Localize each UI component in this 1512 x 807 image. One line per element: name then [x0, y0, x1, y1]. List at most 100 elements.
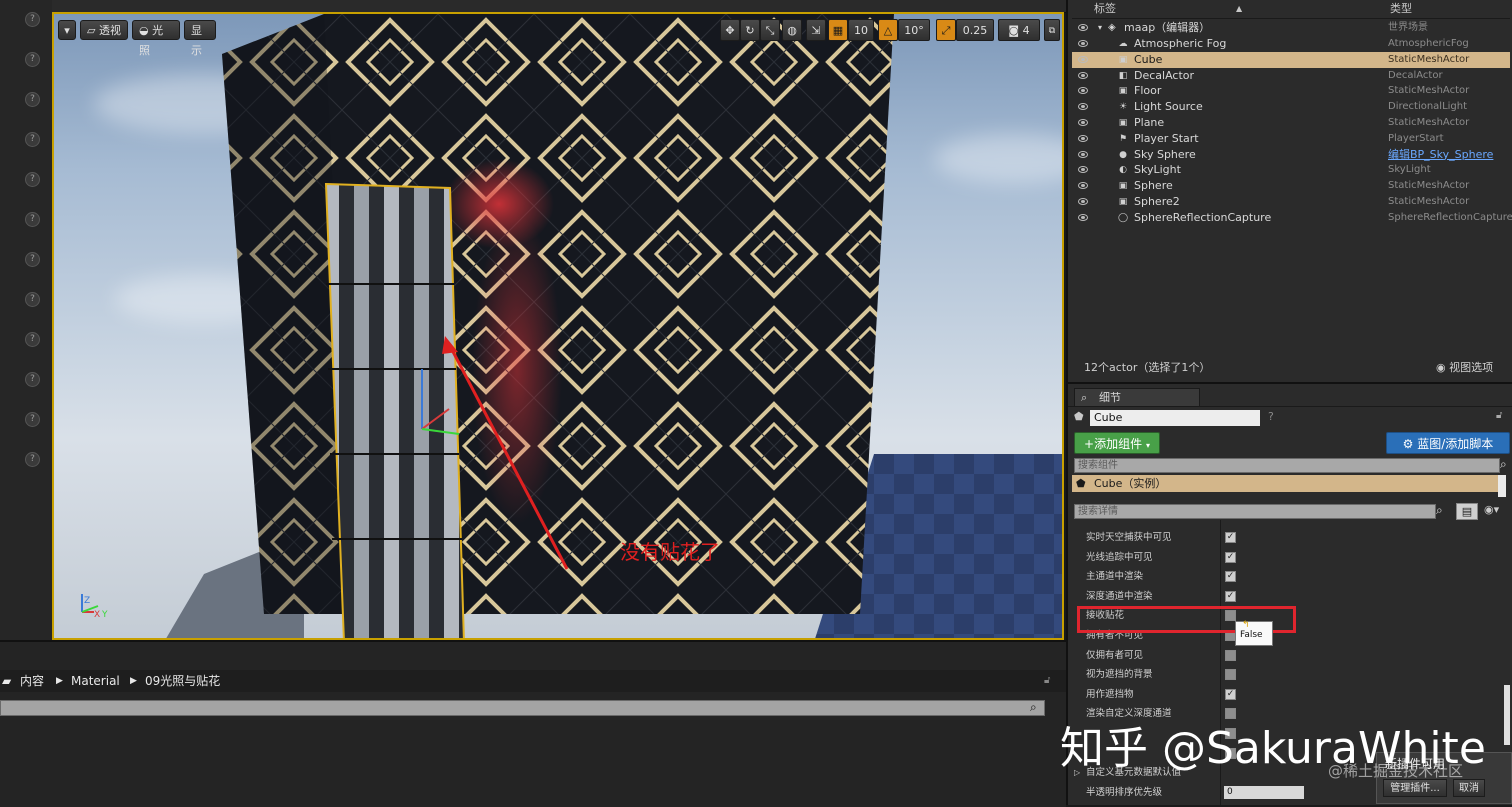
actor-type[interactable]: 编辑BP_Sky_Sphere — [1388, 147, 1493, 163]
outliner-row[interactable]: ▣ Cube StaticMeshActor — [1072, 51, 1510, 68]
visibility-eye-icon[interactable] — [1078, 55, 1088, 63]
translate-tool-icon[interactable]: ✥ — [720, 19, 740, 41]
help-icon[interactable]: ? — [25, 92, 40, 107]
column-label-header[interactable]: 标签 — [1094, 0, 1116, 18]
actor-type: StaticMeshActor — [1388, 180, 1470, 192]
lock-icon[interactable]: 🔓︎ — [1044, 670, 1050, 692]
view-options-eye-icon[interactable]: ◉▾ — [1484, 503, 1499, 516]
outliner-row[interactable]: ☁ Atmospheric Fog AtmosphericFog — [1072, 36, 1510, 52]
visibility-eye-icon[interactable] — [1078, 134, 1088, 142]
property-checkbox[interactable]: ✓ — [1225, 688, 1236, 700]
visibility-eye-icon[interactable] — [1078, 24, 1088, 31]
property-number-field[interactable]: 0 — [1224, 785, 1304, 799]
help-icon[interactable]: ? — [25, 292, 40, 307]
component-search-input[interactable]: 搜索组件 — [1074, 458, 1500, 473]
content-search-input[interactable] — [0, 700, 1045, 716]
cancel-button[interactable]: 取消 — [1453, 779, 1485, 797]
outliner-row[interactable]: ◧ DecalActor DecalActor — [1072, 68, 1510, 84]
component-list-scrollbar[interactable] — [1498, 475, 1506, 497]
grid-snap-value[interactable]: 10 — [848, 19, 874, 41]
rotate-snap-icon[interactable]: △ — [878, 19, 898, 41]
property-checkbox[interactable]: ✓ — [1225, 571, 1236, 583]
visibility-eye-icon[interactable] — [1078, 150, 1088, 158]
rotate-tool-icon[interactable]: ↻ — [740, 19, 760, 41]
details-search-input[interactable]: 搜索详情 — [1074, 504, 1436, 519]
chevron-down-icon: ▾ — [1145, 441, 1150, 450]
visibility-eye-icon[interactable] — [1078, 87, 1088, 95]
help-icon[interactable]: ? — [25, 412, 40, 427]
mesh-icon: ▣ — [1118, 197, 1128, 207]
property-checkbox[interactable]: ✓ — [1225, 551, 1236, 563]
outliner-row[interactable]: ☀ Light Source DirectionalLight — [1072, 99, 1510, 115]
viewport-options-dropdown[interactable]: ▾ — [58, 20, 76, 40]
outliner-row[interactable]: ▣ Sphere StaticMeshActor — [1072, 178, 1510, 194]
property-checkbox[interactable] — [1225, 669, 1236, 681]
tab-details[interactable]: ⌕ 细节 — [1074, 388, 1200, 407]
visibility-eye-icon[interactable] — [1078, 40, 1088, 47]
breadcrumb-item[interactable]: Material — [71, 670, 120, 692]
blueprint-add-script-button[interactable]: ⚙ 蓝图/添加脚本 — [1386, 432, 1510, 454]
outliner-row[interactable]: ● Sky Sphere 编辑BP_Sky_Sphere — [1072, 147, 1510, 163]
surface-snap-icon[interactable]: ⇲ — [806, 19, 826, 41]
value-tooltip: ↰ False — [1235, 620, 1273, 646]
visibility-eye-icon[interactable] — [1078, 166, 1088, 174]
level-viewport[interactable]: ▾ ▱ 透视 ◒ 光照 显示 ✥ ↻ ⤡ ◍ ⇲ ▦ 10 △ 10° ⤢ 0.… — [52, 12, 1064, 640]
maximize-viewport-icon[interactable]: ⧉ — [1044, 19, 1060, 41]
help-icon[interactable]: ? — [25, 52, 40, 67]
actor-type: StaticMeshActor — [1388, 117, 1470, 128]
outliner-row[interactable]: ▣ Sphere2 StaticMeshActor — [1072, 194, 1510, 210]
property-checkbox[interactable]: ✓ — [1225, 532, 1236, 543]
help-icon[interactable]: ? — [25, 172, 40, 187]
help-icon[interactable]: ? — [1268, 410, 1274, 423]
scale-snap-value[interactable]: 0.25 — [956, 19, 994, 41]
breadcrumb-item[interactable]: 09光照与贴花 — [145, 670, 220, 692]
actor-name-field[interactable]: Cube — [1090, 410, 1260, 426]
camera-speed-button[interactable]: ◙ 4 — [998, 19, 1040, 41]
world-local-icon[interactable]: ◍ — [782, 19, 802, 41]
help-icon[interactable]: ? — [25, 452, 40, 467]
property-matrix-icon[interactable]: ▤ — [1456, 503, 1478, 520]
component-root-row[interactable]: ⬟ Cube（实例） — [1072, 475, 1498, 492]
outliner-row[interactable]: ▣ Plane StaticMeshActor — [1072, 115, 1510, 131]
manage-plugins-button[interactable]: 管理插件... — [1383, 779, 1447, 797]
perspective-button[interactable]: ▱ 透视 — [80, 20, 128, 40]
help-icon[interactable]: ? — [25, 212, 40, 227]
visibility-eye-icon[interactable] — [1078, 198, 1088, 205]
property-checkbox[interactable]: ✓ — [1225, 590, 1236, 602]
visibility-eye-icon[interactable] — [1078, 119, 1088, 126]
right-panel: 标签 ▲ 类型 ▾ ◈ maap（编辑器） 世界场景 ☁ Atmospheric … — [1066, 0, 1512, 805]
scale-tool-icon[interactable]: ⤡ — [760, 19, 780, 41]
help-icon[interactable]: ? — [25, 372, 40, 387]
outliner-world-row[interactable]: ▾ ◈ maap（编辑器） 世界场景 — [1072, 20, 1510, 36]
actor-name: Cube — [1134, 52, 1163, 66]
scale-snap-icon[interactable]: ⤢ — [936, 19, 956, 41]
view-options-button[interactable]: ◉ 视图选项 — [1436, 358, 1493, 378]
outliner-row[interactable]: ◯ SphereReflectionCapture SphereReflection… — [1072, 210, 1512, 226]
lock-icon[interactable]: 🔓︎ — [1496, 410, 1502, 421]
breadcrumb-item[interactable]: 内容 — [20, 670, 44, 692]
show-flags-button[interactable]: 显示 — [184, 20, 216, 57]
actor-icon: ⬟ — [1074, 410, 1084, 423]
help-icon[interactable]: ? — [25, 252, 40, 267]
column-type-header[interactable]: 类型 — [1390, 0, 1412, 18]
property-checkbox[interactable] — [1225, 649, 1236, 661]
add-component-button[interactable]: +添加组件 ▾ — [1074, 432, 1160, 454]
expand-arrow-icon[interactable]: ▾ — [1098, 20, 1102, 36]
help-icon[interactable]: ? — [25, 12, 40, 27]
actor-name: Player Start — [1134, 131, 1199, 145]
outliner-row[interactable]: ◐ SkyLight SkyLight — [1072, 162, 1510, 178]
mesh-icon: ▣ — [1118, 118, 1128, 128]
visibility-eye-icon[interactable] — [1078, 103, 1088, 111]
outliner-row[interactable]: ▣ Floor StaticMeshActor — [1072, 83, 1510, 99]
outliner-row[interactable]: ⚑ Player Start PlayerStart — [1072, 131, 1510, 147]
help-icon[interactable]: ? — [25, 132, 40, 147]
visibility-eye-icon[interactable] — [1078, 213, 1088, 221]
property-label: 主通道中渲染 — [1086, 571, 1144, 583]
visibility-eye-icon[interactable] — [1078, 182, 1088, 190]
help-icon[interactable]: ? — [25, 332, 40, 347]
visibility-eye-icon[interactable] — [1078, 71, 1088, 79]
details-scrollbar[interactable] — [1504, 685, 1510, 745]
grid-snap-icon[interactable]: ▦ — [828, 19, 848, 41]
rotate-snap-value[interactable]: 10° — [898, 19, 930, 41]
lit-mode-button[interactable]: ◒ 光照 — [132, 20, 180, 57]
